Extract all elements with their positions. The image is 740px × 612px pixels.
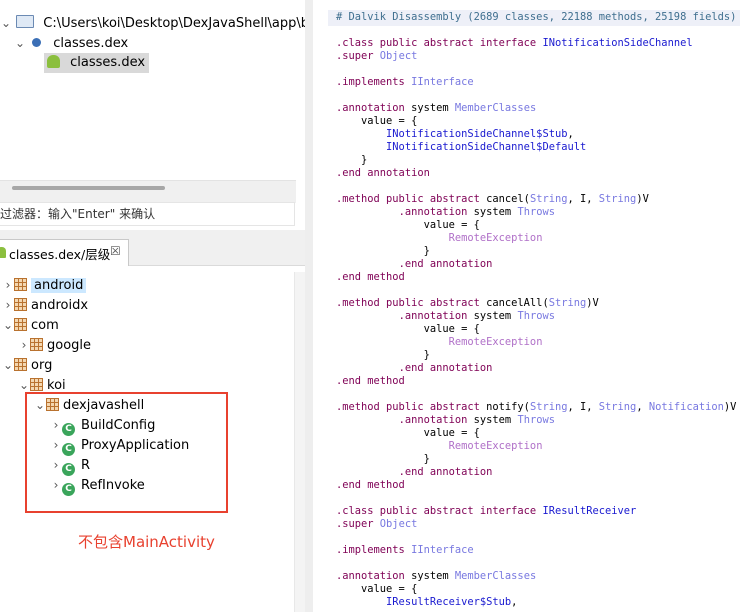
tree-item-com[interactable]: ⌄ com bbox=[2, 315, 59, 335]
chevron-down-icon[interactable]: ⌄ bbox=[0, 13, 12, 33]
code-line: .end annotation bbox=[398, 466, 493, 478]
tab-hierarchy[interactable]: classes.dex/层级 ☒ bbox=[0, 239, 129, 266]
filter-input[interactable]: 过滤器：输入"Enter" 来确认 bbox=[0, 202, 295, 226]
dex-node-label: classes.dex bbox=[53, 36, 129, 51]
scrollbar-thumb[interactable] bbox=[12, 186, 165, 190]
code-line: .super Object bbox=[336, 518, 418, 530]
vertical-splitter[interactable] bbox=[305, 0, 313, 612]
code-line: } bbox=[336, 349, 430, 361]
tree-row-root[interactable]: ⌄ C:\Users\koi\Desktop\DexJavaShell\app\… bbox=[0, 13, 325, 33]
tree-item-androidx[interactable]: › androidx bbox=[2, 295, 88, 315]
package-icon bbox=[30, 338, 43, 351]
code-line: } bbox=[336, 453, 430, 465]
tree-item-google[interactable]: › google bbox=[18, 335, 91, 355]
tree-item-label: android bbox=[31, 278, 87, 293]
code-line: .super Object bbox=[336, 50, 418, 62]
code-line: .end annotation bbox=[398, 258, 493, 270]
code-line: .end method bbox=[336, 271, 405, 283]
code-line: .annotation system MemberClasses bbox=[336, 570, 537, 582]
code-line: value = { bbox=[336, 583, 418, 595]
package-icon bbox=[14, 298, 27, 311]
android-icon bbox=[47, 55, 60, 68]
tree-item-label: google bbox=[47, 338, 92, 353]
chevron-down-icon[interactable]: ⌄ bbox=[2, 315, 14, 335]
code-line: .end annotation bbox=[336, 167, 430, 179]
code-line: value = { bbox=[336, 427, 480, 439]
android-icon bbox=[0, 247, 6, 258]
code-line: RemoteException bbox=[448, 440, 543, 452]
code-line: .annotation system Throws bbox=[398, 206, 555, 218]
tree-item-label: koi bbox=[47, 378, 66, 393]
code-line: .end method bbox=[336, 375, 405, 387]
tab-label: classes.dex/层级 bbox=[9, 247, 111, 262]
highlight-box bbox=[25, 392, 228, 513]
chevron-right-icon[interactable]: › bbox=[2, 275, 14, 295]
project-path: C:\Users\koi\Desktop\DexJavaShell\app\bu… bbox=[43, 16, 325, 31]
code-line: .class public abstract interface IResult… bbox=[336, 505, 637, 517]
code-line: value = { bbox=[336, 219, 480, 231]
code-line: value = { bbox=[336, 115, 418, 127]
code-line: .class public abstract interface INotifi… bbox=[336, 37, 693, 49]
code-line: .method public abstract notify(String, I… bbox=[336, 401, 737, 413]
folder-open-icon bbox=[16, 15, 35, 28]
chevron-right-icon[interactable]: › bbox=[2, 295, 14, 315]
dex-node-icon bbox=[32, 38, 42, 47]
code-line: } bbox=[336, 245, 430, 257]
code-line: INotificationSideChannel$Default bbox=[386, 141, 587, 153]
chevron-down-icon[interactable]: ⌄ bbox=[14, 33, 26, 53]
tree-item-label: androidx bbox=[31, 298, 89, 313]
code-line: # Dalvik Disassembly (2689 classes, 2218… bbox=[336, 11, 737, 23]
code-line: .method public abstract cancelAll(String… bbox=[336, 297, 599, 309]
code-line: .implements IInterface bbox=[336, 76, 474, 88]
tree-row-dex[interactable]: ⌄ classes.dex bbox=[14, 33, 128, 53]
code-line: value = { bbox=[336, 323, 480, 335]
dex-file-label: classes.dex bbox=[70, 55, 146, 70]
filter-label: 过滤器：输入"Enter" 来确认 bbox=[0, 207, 156, 221]
horizontal-scrollbar[interactable] bbox=[0, 180, 296, 203]
code-line: INotificationSideChannel$Stub, bbox=[386, 128, 574, 140]
close-icon[interactable]: ☒ bbox=[110, 244, 121, 258]
code-line: .implements IInterface bbox=[336, 544, 474, 556]
code-line: .annotation system Throws bbox=[398, 414, 555, 426]
tree-item-android[interactable]: › android bbox=[2, 275, 87, 295]
tree-item-org[interactable]: ⌄ org bbox=[2, 355, 52, 375]
package-icon bbox=[14, 358, 27, 371]
code-line: .method public abstract cancel(String, I… bbox=[336, 193, 649, 205]
horizontal-splitter[interactable] bbox=[0, 230, 305, 238]
chevron-down-icon[interactable]: ⌄ bbox=[2, 355, 14, 375]
code-line: RemoteException bbox=[448, 336, 543, 348]
package-icon bbox=[30, 378, 43, 391]
code-line: .annotation system MemberClasses bbox=[336, 102, 537, 114]
package-icon bbox=[14, 278, 27, 291]
code-line: .end method bbox=[336, 479, 405, 491]
tree-item-label: org bbox=[31, 358, 53, 373]
tree-item-label: com bbox=[31, 318, 59, 333]
code-line: .end annotation bbox=[398, 362, 493, 374]
package-icon bbox=[14, 318, 27, 331]
tree-row-dex-file[interactable]: classes.dex bbox=[44, 53, 150, 73]
code-line: } bbox=[336, 154, 368, 166]
code-line: IResultReceiver$Stub, bbox=[386, 596, 518, 608]
annotation-text: 不包含MainActivity bbox=[78, 533, 215, 551]
chevron-right-icon[interactable]: › bbox=[18, 335, 30, 355]
code-line: .annotation system Throws bbox=[398, 310, 555, 322]
code-line: RemoteException bbox=[448, 232, 543, 244]
